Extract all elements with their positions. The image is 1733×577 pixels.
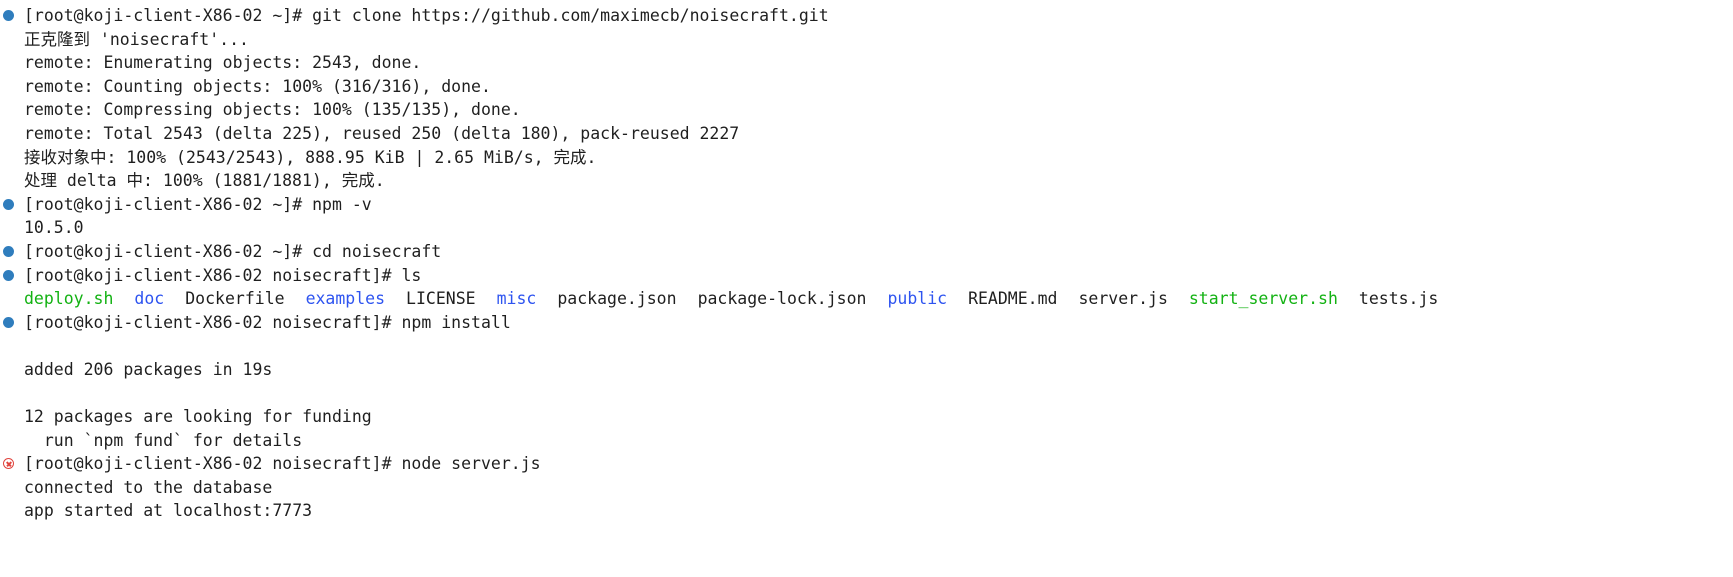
- prompt-line: [root@koji-client-X86-02 noisecraft]# ls: [0, 264, 1733, 288]
- shell-command: node server.js: [401, 454, 541, 474]
- prompt-line: [root@koji-client-X86-02 noisecraft]# no…: [0, 452, 1733, 476]
- output-line: 处理 delta 中: 100% (1881/1881), 完成.: [0, 169, 1733, 193]
- prompt-line: [root@koji-client-X86-02 ~]# git clone h…: [0, 4, 1733, 28]
- ls-entry-file: package.json: [557, 289, 677, 309]
- shell-prompt: [root@koji-client-X86-02 ~]#: [24, 194, 313, 214]
- ls-entry-dir: misc: [496, 289, 537, 309]
- command-failed-icon[interactable]: [3, 458, 14, 470]
- ls-entry-dir: public: [887, 289, 948, 309]
- output-text: connected to the database: [24, 477, 273, 497]
- ls-entry-file: tests.js: [1358, 289, 1439, 309]
- output-line: remote: Counting objects: 100% (316/316)…: [0, 75, 1733, 99]
- output-line: remote: Enumerating objects: 2543, done.: [0, 51, 1733, 75]
- prompt-line: [root@koji-client-X86-02 ~]# cd noisecra…: [0, 240, 1733, 264]
- output-text: remote: Total 2543 (delta 225), reused 2…: [24, 123, 740, 143]
- ls-entry-dir: doc: [134, 289, 165, 309]
- shell-prompt: [root@koji-client-X86-02 ~]#: [24, 6, 313, 25]
- output-text: remote: Enumerating objects: 2543, done.: [24, 53, 422, 73]
- ls-entry-file: package-lock.json: [697, 289, 867, 309]
- ls-entry-file: server.js: [1078, 289, 1168, 309]
- ls-entry-file: Dockerfile: [185, 289, 285, 309]
- shell-prompt: [root@koji-client-X86-02 ~]#: [24, 241, 313, 261]
- output-text: added 206 packages in 19s: [24, 359, 273, 379]
- ls-entry-exec: deploy.sh: [24, 289, 114, 309]
- output-text: 正克隆到 'noisecraft'...: [24, 29, 249, 49]
- ls-entry-exec: start_server.sh: [1188, 289, 1338, 309]
- shell-command: npm install: [401, 312, 511, 332]
- output-text: run `npm fund` for details: [24, 430, 303, 450]
- shell-prompt: [root@koji-client-X86-02 noisecraft]#: [24, 312, 402, 332]
- output-line: 正克隆到 'noisecraft'...: [0, 28, 1733, 52]
- shell-prompt: [root@koji-client-X86-02 noisecraft]#: [24, 265, 402, 285]
- shell-prompt: [root@koji-client-X86-02 noisecraft]#: [24, 454, 402, 474]
- output-line: remote: Total 2543 (delta 225), reused 2…: [0, 122, 1733, 146]
- command-success-icon[interactable]: [3, 269, 14, 281]
- ls-entry-file: LICENSE: [406, 289, 476, 309]
- command-success-icon[interactable]: [3, 198, 14, 210]
- output-line: app started at localhost:7773: [0, 499, 1733, 523]
- terminal-output[interactable]: [root@koji-client-X86-02 ~]# git clone h…: [0, 0, 1733, 577]
- output-line: connected to the database: [0, 476, 1733, 500]
- output-text: remote: Counting objects: 100% (316/316)…: [24, 76, 491, 96]
- output-line: remote: Compressing objects: 100% (135/1…: [0, 98, 1733, 122]
- command-success-icon[interactable]: [3, 245, 14, 257]
- shell-command: cd noisecraft: [312, 241, 442, 261]
- shell-command: npm -v: [312, 194, 372, 214]
- command-success-icon[interactable]: [3, 10, 14, 21]
- ls-entry-dir: examples: [305, 289, 386, 309]
- output-line: 接收对象中: 100% (2543/2543), 888.95 KiB | 2.…: [0, 146, 1733, 170]
- output-text: remote: Compressing objects: 100% (135/1…: [24, 100, 521, 120]
- ls-listing: deploy.sh doc Dockerfile examples LICENSE mis…: [0, 287, 1733, 311]
- output-text: 10.5.0: [24, 218, 84, 238]
- output-line: added 206 packages in 19s: [0, 358, 1733, 382]
- output-text: 接收对象中: 100% (2543/2543), 888.95 KiB | 2.…: [24, 147, 597, 167]
- output-line: run `npm fund` for details: [0, 429, 1733, 453]
- ls-entry-file: README.md: [968, 289, 1058, 309]
- shell-command: git clone https://github.com/maximecb/no…: [312, 6, 829, 25]
- output-text: 处理 delta 中: 100% (1881/1881), 完成.: [24, 171, 385, 191]
- prompt-line: [root@koji-client-X86-02 noisecraft]# np…: [0, 311, 1733, 335]
- command-success-icon[interactable]: [3, 316, 14, 328]
- prompt-line: [root@koji-client-X86-02 ~]# npm -v: [0, 193, 1733, 217]
- output-line: 10.5.0: [0, 216, 1733, 240]
- output-text: 12 packages are looking for funding: [24, 407, 372, 427]
- shell-command: ls: [401, 265, 422, 285]
- output-text: app started at localhost:7773: [24, 501, 313, 521]
- output-line: 12 packages are looking for funding: [0, 405, 1733, 429]
